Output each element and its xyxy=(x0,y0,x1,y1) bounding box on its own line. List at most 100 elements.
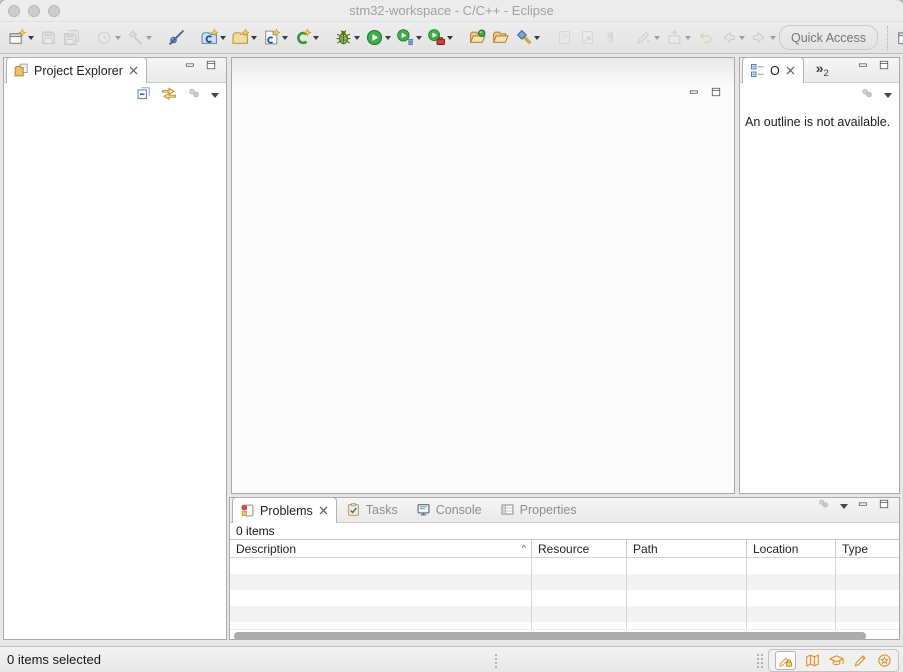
mark-occurrences-button[interactable] xyxy=(554,26,575,50)
dropdown-arrow-icon[interactable] xyxy=(115,36,121,40)
dropdown-arrow-icon[interactable] xyxy=(354,36,360,40)
run-button[interactable] xyxy=(364,26,393,50)
dropdown-arrow-icon[interactable] xyxy=(313,36,319,40)
view-menu-icon[interactable] xyxy=(840,504,848,509)
search-button[interactable] xyxy=(513,26,542,50)
pencil-icon xyxy=(853,653,868,668)
maximize-view-button[interactable] xyxy=(205,58,217,76)
statusbar-grip[interactable] xyxy=(495,654,497,668)
maximize-view-button[interactable] xyxy=(878,497,890,515)
back-button[interactable] xyxy=(718,26,747,50)
column-description[interactable]: Description ^ xyxy=(230,540,532,557)
open-element-button[interactable] xyxy=(467,26,488,50)
close-window-button[interactable] xyxy=(8,5,20,17)
minimize-window-button[interactable] xyxy=(28,5,40,17)
dropdown-arrow-icon[interactable] xyxy=(251,36,257,40)
open-resource-button[interactable] xyxy=(490,26,511,50)
show-selected-element-button[interactable] xyxy=(577,26,598,50)
dropdown-arrow-icon[interactable] xyxy=(220,36,226,40)
last-edit-location-button[interactable] xyxy=(633,26,662,50)
column-path[interactable]: Path xyxy=(627,540,747,557)
view-options-button[interactable] xyxy=(816,496,831,516)
forward-button[interactable] xyxy=(749,26,778,50)
open-perspective-button[interactable] xyxy=(897,25,903,51)
dropdown-arrow-icon[interactable] xyxy=(534,36,540,40)
dropdown-arrow-icon[interactable] xyxy=(146,36,152,40)
horizontal-scrollbar[interactable] xyxy=(230,629,899,642)
project-explorer-toolbar xyxy=(4,83,226,108)
collapse-all-button[interactable] xyxy=(136,85,152,106)
zoom-window-button[interactable] xyxy=(48,5,60,17)
show-whitespace-button[interactable] xyxy=(600,26,621,50)
build-all-button[interactable] xyxy=(94,26,123,50)
view-menu-icon[interactable] xyxy=(211,93,219,98)
tab-console[interactable]: Console xyxy=(407,497,491,522)
hammer-icon xyxy=(127,29,144,46)
close-icon[interactable] xyxy=(785,65,796,76)
map-button[interactable] xyxy=(805,653,820,668)
dropdown-arrow-icon[interactable] xyxy=(416,36,422,40)
close-icon[interactable] xyxy=(128,65,139,76)
dropdown-arrow-icon[interactable] xyxy=(739,36,745,40)
build-project-button[interactable] xyxy=(125,26,154,50)
view-options-button[interactable] xyxy=(186,85,202,106)
column-divider xyxy=(835,558,836,629)
tutorials-button[interactable] xyxy=(829,653,844,668)
quick-access-input[interactable] xyxy=(779,25,878,50)
tab-outline[interactable]: O xyxy=(742,57,804,83)
tab-tasks[interactable]: Tasks xyxy=(337,497,407,522)
new-c-project-icon xyxy=(201,29,218,46)
close-icon[interactable] xyxy=(318,505,329,516)
tray-grip[interactable] xyxy=(757,654,763,668)
editor-area[interactable] xyxy=(231,57,735,494)
dropdown-arrow-icon[interactable] xyxy=(770,36,776,40)
new-class-button[interactable] xyxy=(292,26,321,50)
new-class-icon xyxy=(294,29,311,46)
whats-new-button[interactable] xyxy=(853,653,868,668)
community-button[interactable] xyxy=(877,653,892,668)
minimize-view-button[interactable] xyxy=(857,58,869,76)
dropdown-arrow-icon[interactable] xyxy=(282,36,288,40)
column-resource[interactable]: Resource xyxy=(532,540,627,557)
new-c-file-button[interactable] xyxy=(261,26,290,50)
view-menu-icon[interactable] xyxy=(884,93,892,98)
status-bar: 0 items selected xyxy=(0,646,903,672)
dropdown-arrow-icon[interactable] xyxy=(28,36,34,40)
new-source-folder-button[interactable] xyxy=(230,26,259,50)
dropdown-arrow-icon[interactable] xyxy=(447,36,453,40)
external-tools-button[interactable] xyxy=(426,26,455,50)
pen-lock-button[interactable] xyxy=(775,651,796,670)
debug-button[interactable] xyxy=(333,26,362,50)
view-options-button[interactable] xyxy=(859,85,875,106)
new-c-project-button[interactable] xyxy=(199,26,228,50)
maximize-editor-button[interactable] xyxy=(710,85,722,103)
tab-problems[interactable]: Problems xyxy=(232,497,337,523)
minimize-editor-button[interactable] xyxy=(688,85,700,103)
save-button[interactable] xyxy=(38,26,59,50)
problems-table-body[interactable] xyxy=(230,558,899,629)
undo-hook-button[interactable] xyxy=(695,26,716,50)
last-edit-location-icon xyxy=(635,29,652,46)
project-explorer-tree[interactable] xyxy=(4,108,226,638)
tab-properties[interactable]: Properties xyxy=(491,497,586,522)
column-location[interactable]: Location xyxy=(747,540,836,557)
new-wizard-button[interactable] xyxy=(7,26,36,50)
tab-overflow-count: 2 xyxy=(824,68,829,79)
dropdown-arrow-icon[interactable] xyxy=(685,36,691,40)
minimize-view-button[interactable] xyxy=(857,497,869,515)
maximize-view-button[interactable] xyxy=(878,58,890,76)
dropdown-arrow-icon[interactable] xyxy=(654,36,660,40)
tab-project-explorer[interactable]: Project Explorer xyxy=(6,57,147,83)
problems-table-header: Description ^ Resource Path Location Typ… xyxy=(230,540,899,558)
run-configurations-button[interactable] xyxy=(395,26,424,50)
dropdown-arrow-icon[interactable] xyxy=(385,36,391,40)
tab-overflow-button[interactable]: » 2 xyxy=(816,62,829,82)
column-type[interactable]: Type xyxy=(836,540,899,557)
skip-all-breakpoints-button[interactable] xyxy=(166,26,187,50)
go-into-button[interactable] xyxy=(664,26,693,50)
scrollbar-thumb[interactable] xyxy=(234,632,866,640)
save-all-button[interactable] xyxy=(61,26,82,50)
minimize-view-button[interactable] xyxy=(184,58,196,76)
go-into-icon xyxy=(666,29,683,46)
link-with-editor-button[interactable] xyxy=(161,85,177,106)
